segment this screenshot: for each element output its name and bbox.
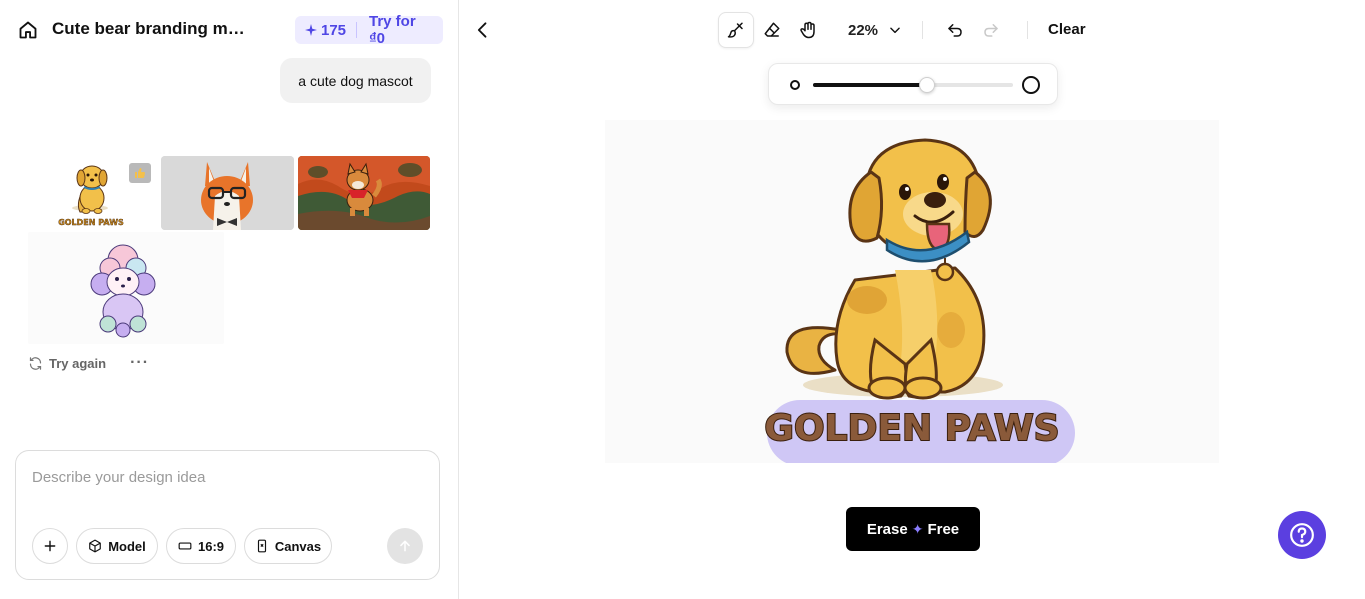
thumb-logo-text: GOLDEN PAWS xyxy=(58,218,124,227)
question-mark-icon xyxy=(1290,523,1314,547)
chevron-down-icon xyxy=(890,27,900,34)
project-title: Cute bear branding mascot xyxy=(52,19,252,38)
redo-icon xyxy=(984,24,998,37)
result-actions: Try again ··· xyxy=(28,354,149,372)
editor-toolbar: 22% Clear xyxy=(718,12,1086,48)
aspect-ratio-button[interactable]: 16:9 xyxy=(166,528,236,564)
design-idea-input[interactable] xyxy=(32,469,422,509)
app-root: Cute bear branding mascot 175 Try for ₫0… xyxy=(0,0,1365,599)
eraser-icon xyxy=(764,22,780,37)
toolbar-divider xyxy=(922,21,924,39)
brush-icon xyxy=(727,22,743,38)
large-brush-icon xyxy=(1022,76,1040,94)
arrow-up-icon xyxy=(400,540,410,552)
erase-label: Erase xyxy=(866,520,908,538)
poodle-thumb-image xyxy=(28,232,224,344)
add-attachment-button[interactable] xyxy=(32,528,68,564)
thumbnail-pastel-poodle[interactable] xyxy=(28,232,224,344)
home-button[interactable] xyxy=(16,18,40,42)
erase-free-button[interactable]: Erase ✦ Free xyxy=(846,507,980,551)
brush-tool-button[interactable] xyxy=(718,12,754,48)
thumbnail-shiba-scarf[interactable] xyxy=(298,156,430,230)
eraser-tool-button[interactable] xyxy=(754,12,790,48)
credits-divider xyxy=(356,22,357,38)
home-icon xyxy=(19,21,37,39)
pan-tool-button[interactable] xyxy=(790,12,826,48)
credits-number: 175 xyxy=(321,21,347,39)
golden-dog-mascot-image: GOLDEN PAWS xyxy=(605,120,1219,463)
thumbs-up-icon xyxy=(135,168,145,178)
clear-button[interactable]: Clear xyxy=(1027,21,1086,39)
chevron-left-icon xyxy=(477,22,487,38)
help-button[interactable] xyxy=(1278,511,1326,559)
hand-icon xyxy=(800,21,815,39)
back-button[interactable] xyxy=(471,18,495,42)
brush-size-handle[interactable] xyxy=(919,77,935,93)
editor-panel: 22% Clear GOLDEN PAWS Erase ✦ Free xyxy=(459,0,1365,599)
cube-icon xyxy=(89,539,102,553)
refresh-icon xyxy=(29,356,42,370)
credits-count: 175 xyxy=(305,22,346,39)
free-label: Free xyxy=(927,520,960,538)
try-again-button[interactable]: Try again xyxy=(49,356,106,371)
undo-icon xyxy=(948,24,962,37)
more-options-button[interactable]: ··· xyxy=(130,354,149,372)
user-message-text: a cute dog mascot xyxy=(298,72,413,89)
thumbnail-corgi-glasses[interactable] xyxy=(161,156,294,230)
canvas-image[interactable]: GOLDEN PAWS xyxy=(605,120,1219,463)
aspect-ratio-icon xyxy=(178,542,192,550)
canvas-label: Canvas xyxy=(274,538,322,554)
user-message-bubble: a cute dog mascot xyxy=(280,58,431,103)
canvas-button[interactable]: Canvas xyxy=(244,528,332,564)
logo-text: GOLDEN PAWS xyxy=(764,408,1059,449)
canvas-icon xyxy=(257,539,266,553)
aspect-ratio-label: 16:9 xyxy=(197,538,225,554)
selected-check-badge xyxy=(129,163,151,183)
zoom-level: 22% xyxy=(848,21,879,39)
undo-button[interactable] xyxy=(937,12,973,48)
send-button[interactable] xyxy=(387,528,423,564)
prompt-composer: Model 16:9 Canvas xyxy=(15,450,440,580)
model-button[interactable]: Model xyxy=(76,528,158,564)
thumbnail-golden-dog[interactable]: GOLDEN PAWS xyxy=(24,156,157,230)
credits-badge[interactable]: 175 Try for ₫0 xyxy=(295,13,443,47)
redo-button[interactable] xyxy=(973,12,1009,48)
model-label: Model xyxy=(108,538,146,554)
sparkle-icon xyxy=(305,24,317,36)
brush-size-slider[interactable] xyxy=(813,77,1013,93)
shiba-thumb-image xyxy=(298,156,430,230)
brush-size-panel xyxy=(768,63,1058,105)
corgi-thumb-image xyxy=(161,156,294,230)
brush-size-fill xyxy=(813,83,927,87)
sparkle-icon: ✦ xyxy=(911,520,924,537)
plus-icon xyxy=(44,540,56,552)
try-for-link[interactable]: Try for ₫0 xyxy=(369,13,433,47)
zoom-dropdown[interactable]: 22% xyxy=(848,22,902,39)
chat-panel: Cute bear branding mascot 175 Try for ₫0… xyxy=(0,0,459,599)
small-brush-icon xyxy=(790,80,800,90)
